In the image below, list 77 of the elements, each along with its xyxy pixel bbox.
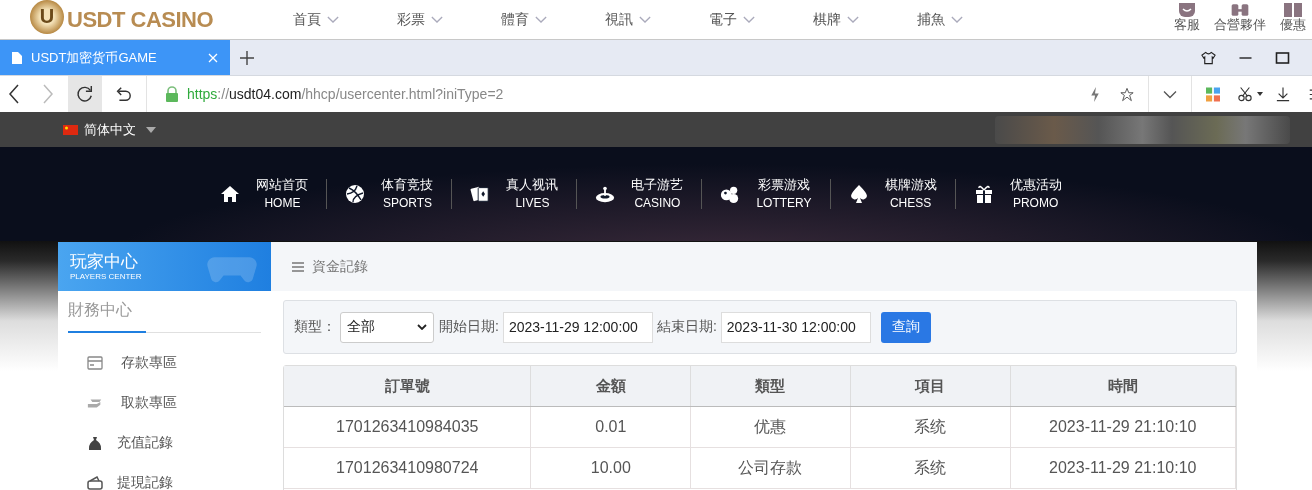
reload-button[interactable] — [68, 76, 102, 112]
new-tab-icon[interactable] — [240, 50, 254, 65]
document-icon[interactable] — [12, 51, 22, 64]
table-cell: 10.00 — [531, 448, 692, 488]
money-bag-icon[interactable] — [87, 436, 103, 450]
menu-item[interactable]: 電子 — [709, 10, 813, 29]
roulette-icon[interactable] — [595, 184, 616, 204]
logo-coin: U — [30, 0, 64, 34]
table-cell: 1701263410980724 — [284, 448, 532, 488]
menu-item[interactable]: 首頁 — [293, 10, 397, 29]
column-header: 時間 — [1010, 366, 1237, 406]
list-icon — [292, 261, 304, 272]
type-label: 類型： — [294, 318, 336, 336]
table-cell: 2023-11-29 21:10:10 — [1010, 407, 1237, 447]
cards-icon[interactable] — [470, 184, 491, 204]
end-date-label: 結束日期: — [656, 318, 717, 336]
language-selector[interactable]: 简体中文 — [84, 120, 136, 139]
menu-item[interactable]: 視訊 — [605, 10, 709, 29]
maximize-icon[interactable] — [1275, 50, 1290, 65]
column-header: 金額 — [531, 366, 692, 406]
sidebar-item[interactable]: 取款專區 — [58, 383, 271, 423]
download-icon[interactable] — [1276, 86, 1290, 102]
menu-item[interactable]: 體育 — [501, 10, 605, 29]
logo-text: USDT CASINO — [67, 6, 214, 33]
spade-icon[interactable] — [848, 184, 869, 204]
nav-link[interactable]: 优惠活动 PROMO — [1009, 176, 1062, 212]
start-date-label: 開始日期: — [439, 318, 499, 336]
end-date-field[interactable]: 2023-11-30 12:00:00 — [720, 311, 871, 343]
card-icon[interactable] — [87, 356, 103, 370]
sidebar-item[interactable]: 存款專區 — [58, 343, 271, 383]
shortcut-label[interactable]: 優惠 — [1280, 16, 1306, 33]
caret-icon[interactable] — [1257, 92, 1263, 96]
shortcut-label[interactable]: 客服 — [1174, 16, 1200, 33]
table-cell: 系统 — [850, 407, 1011, 447]
reload-icon[interactable] — [76, 85, 94, 103]
table-cell: 1701263410984035 — [284, 407, 532, 447]
apps-grid-icon[interactable] — [1206, 86, 1220, 102]
table-cell: 优惠 — [691, 407, 851, 447]
undo-icon[interactable] — [114, 85, 132, 103]
close-icon[interactable] — [208, 52, 218, 63]
chevron-down-icon[interactable] — [417, 324, 427, 330]
shortcut-label[interactable]: 合營夥伴 — [1214, 16, 1266, 33]
sidebar-title: 玩家中心 — [70, 251, 138, 272]
star-icon[interactable] — [1120, 86, 1134, 102]
column-header: 項目 — [850, 366, 1011, 406]
scissors-icon[interactable] — [1238, 86, 1252, 102]
flag-icon[interactable] — [63, 124, 78, 135]
start-date-field[interactable]: 2023-11-29 12:00:00 — [502, 311, 653, 343]
home-icon[interactable] — [220, 184, 241, 204]
table-cell: 公司存款 — [691, 448, 851, 488]
wallet-icon[interactable] — [87, 476, 103, 490]
url-field[interactable]: https://usdt04.com/hhcp/usercenter.html?iniType=2 — [187, 86, 504, 102]
menu-item[interactable]: 捕魚 — [917, 10, 1021, 29]
sidebar-item[interactable]: 提現記錄 — [58, 463, 271, 490]
nav-link[interactable]: 电子游艺 CASINO — [631, 176, 684, 212]
menu-item[interactable]: 棋牌 — [813, 10, 917, 29]
ball-icon[interactable] — [345, 184, 366, 204]
people-icon[interactable] — [1230, 2, 1250, 17]
sidebar-subtitle: PLAYERS CENTER — [70, 271, 142, 282]
table-cell: 系统 — [850, 448, 1011, 488]
nav-link[interactable]: 网站首页 HOME — [256, 176, 309, 212]
back-icon[interactable] — [8, 84, 20, 104]
table-cell: 2023-11-29 21:10:10 — [1010, 448, 1237, 488]
nav-link[interactable]: 真人视讯 LIVES — [506, 176, 559, 212]
panel-title: 資金記錄 — [312, 257, 368, 276]
balls-icon[interactable] — [720, 184, 741, 204]
query-button[interactable]: 查詢 — [880, 311, 931, 343]
column-header: 訂單號 — [284, 366, 532, 406]
nav-link[interactable]: 棋牌游戏 CHESS — [884, 176, 937, 212]
shirt-icon[interactable] — [1201, 50, 1216, 65]
nav-link[interactable]: 彩票游戏 LOTTERY — [756, 176, 812, 212]
sidebar-item[interactable]: 充值記錄 — [58, 423, 271, 463]
menu-item[interactable]: 彩票 — [397, 10, 501, 29]
type-select[interactable]: 全部 — [340, 311, 434, 343]
nav-link[interactable]: 体育竞技 SPORTS — [381, 176, 434, 212]
table-cell: 0.01 — [531, 407, 692, 447]
column-header: 類型 — [691, 366, 851, 406]
